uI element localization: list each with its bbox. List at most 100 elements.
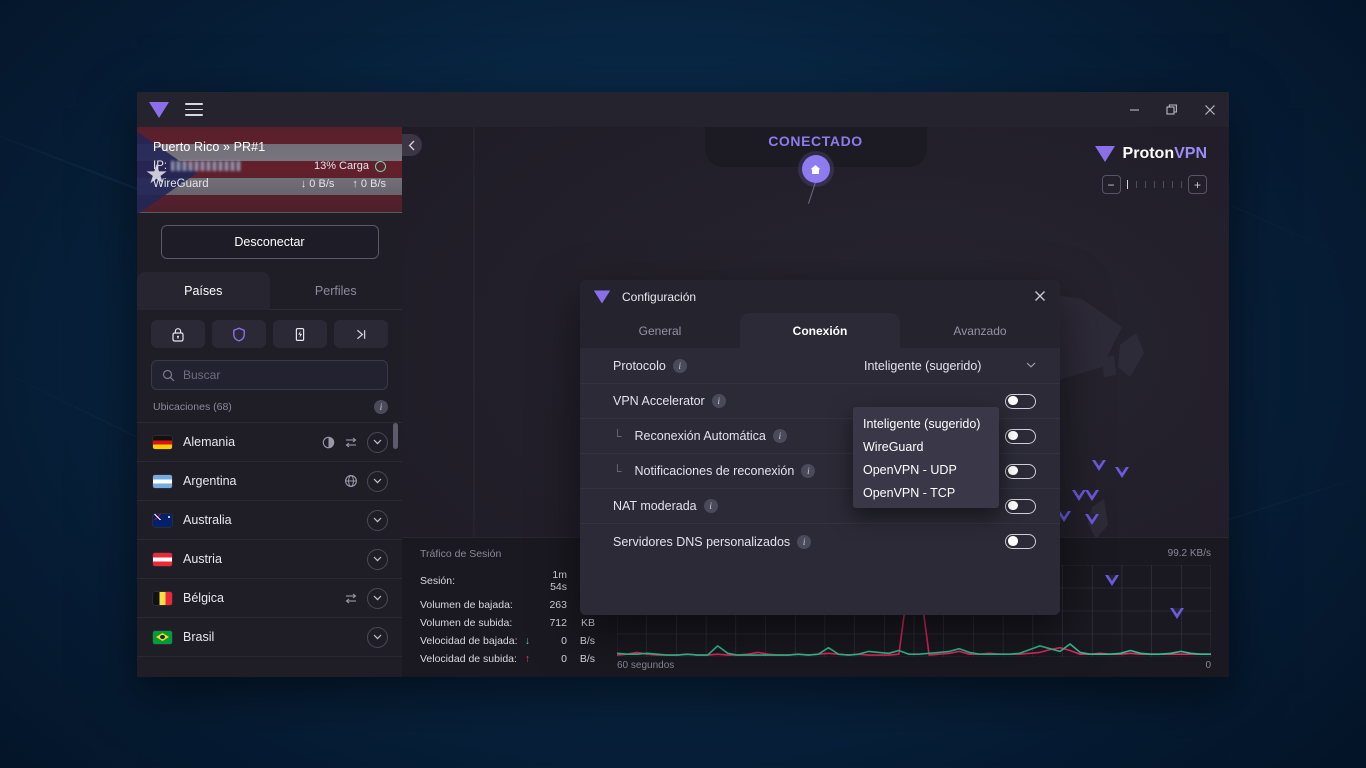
chevron-down-icon [1026, 360, 1036, 371]
lock-icon [172, 327, 184, 342]
info-icon[interactable]: i [801, 464, 816, 478]
feature-buttons-row [137, 310, 402, 352]
maximize-restore-button[interactable] [1153, 92, 1191, 127]
map-server-marker[interactable] [1115, 467, 1129, 478]
country-name: Bélgica [183, 591, 224, 605]
sub-item-hook-icon: └ [613, 464, 622, 478]
country-row-belgica[interactable]: Bélgica [137, 579, 402, 618]
expand-chevron-icon[interactable] [367, 626, 388, 648]
setting-label: Servidores DNS personalizados [613, 534, 791, 549]
auto-reconnect-toggle[interactable] [1005, 428, 1036, 444]
map-server-marker[interactable] [1105, 575, 1119, 586]
zoom-tick [1171, 181, 1173, 188]
moderate-nat-toggle[interactable] [1005, 498, 1036, 514]
tab-conexion[interactable]: Conexión [740, 313, 900, 348]
killswitch-icon [295, 327, 305, 341]
expand-chevron-icon[interactable] [367, 548, 388, 570]
map-zoom-control: − + [1101, 175, 1207, 194]
ip-value-redacted [171, 161, 242, 171]
vpn-accelerator-toggle[interactable] [1005, 393, 1036, 409]
info-icon[interactable]: i [703, 499, 718, 513]
setting-row-dns-personalizados: Servidores DNS personalizados i [580, 524, 1060, 559]
dropdown-option-inteligente[interactable]: Inteligente (sugerido) [853, 412, 999, 435]
secure-core-button[interactable] [151, 320, 205, 348]
port-forward-icon [356, 329, 366, 339]
country-row-argentina[interactable]: Argentina [137, 462, 402, 501]
dropdown-option-openvpn-udp[interactable]: OpenVPN - UDP [853, 458, 999, 481]
upload-arrow-icon: ↑ [524, 653, 530, 665]
map-server-marker[interactable] [1085, 490, 1099, 501]
disconnect-button[interactable]: Desconectar [160, 225, 379, 259]
flag-au [153, 513, 172, 527]
country-list-scrollbar[interactable] [393, 423, 398, 449]
info-icon[interactable]: i [672, 358, 687, 373]
zoom-in-button[interactable]: + [1188, 175, 1207, 194]
expand-chevron-icon[interactable] [367, 470, 388, 492]
zoom-slider-track[interactable] [1126, 180, 1182, 189]
netshield-button[interactable] [212, 320, 266, 348]
country-row-austria[interactable]: Austria [137, 540, 402, 579]
protocol-dropdown-menu[interactable]: Inteligente (sugerido) WireGuard OpenVPN… [853, 407, 999, 508]
tab-avanzado[interactable]: Avanzado [900, 313, 1060, 348]
reconnect-notifications-toggle[interactable] [1005, 463, 1036, 479]
zoom-tick [1135, 181, 1137, 188]
info-icon[interactable]: i [772, 429, 787, 443]
protocol-selected-value: Inteligente (sugerido) [864, 358, 982, 373]
tab-general[interactable]: General [580, 313, 740, 348]
country-row-brasil[interactable]: Brasil [137, 618, 402, 657]
map-server-marker[interactable] [1170, 608, 1184, 619]
country-row-australia[interactable]: Australia [137, 501, 402, 540]
speed-chart-xaxis-left: 60 segundos [617, 660, 675, 671]
info-icon[interactable]: i [797, 534, 812, 549]
map-server-marker[interactable] [1085, 514, 1099, 525]
search-input[interactable] [183, 368, 377, 382]
zoom-tick [1162, 181, 1164, 188]
flag-be [153, 591, 172, 605]
country-name: Brasil [183, 630, 215, 644]
locations-count-label: Ubicaciones (68) [153, 401, 232, 413]
dropdown-option-wireguard[interactable]: WireGuard [853, 435, 999, 458]
flag-de [153, 435, 172, 449]
setting-label: Reconexión Automática [634, 429, 766, 443]
country-row-alemania[interactable]: Alemania [137, 423, 402, 462]
stat-label: Sesión: [420, 575, 456, 587]
home-marker-pin[interactable] [801, 155, 830, 183]
stat-label: Velocidad de bajada: [420, 635, 518, 647]
close-button[interactable] [1191, 92, 1229, 127]
search-box[interactable] [151, 360, 388, 390]
protonvpn-app-window: ★ Puerto Rico » PR#1 IP: 13% Carga WireG… [137, 92, 1229, 677]
minimize-button[interactable] [1115, 92, 1153, 127]
map-server-marker[interactable] [1072, 490, 1086, 501]
stat-value: 1m 54s [550, 569, 567, 593]
tab-perfiles[interactable]: Perfiles [270, 272, 403, 309]
dropdown-option-openvpn-tcp[interactable]: OpenVPN - TCP [853, 481, 999, 504]
zoom-out-button[interactable]: − [1101, 175, 1121, 194]
settings-tabs: General Conexión Avanzado [580, 313, 1060, 348]
stat-unit: KB [580, 617, 595, 629]
download-speed: ↓ 0 B/s [300, 178, 335, 190]
tab-paises[interactable]: Países [137, 272, 270, 310]
hamburger-menu-icon[interactable] [185, 103, 203, 116]
upload-speed: ↑ 0 B/s [352, 178, 386, 190]
home-icon [810, 164, 821, 174]
map-server-marker[interactable] [1092, 460, 1106, 471]
killswitch-button[interactable] [273, 320, 327, 348]
close-icon[interactable] [1030, 289, 1050, 305]
expand-chevron-icon[interactable] [367, 509, 388, 531]
setting-label: Protocolo [613, 358, 666, 373]
stat-label: Velocidad de subida: [420, 653, 517, 665]
expand-chevron-icon[interactable] [367, 431, 388, 453]
expand-chevron-icon[interactable] [367, 587, 388, 609]
port-forwarding-button[interactable] [334, 320, 388, 348]
stat-value: 0 [561, 653, 567, 665]
locations-info-icon[interactable]: i [374, 400, 388, 414]
search-icon [162, 369, 175, 381]
download-arrow-icon: ↓ [524, 635, 530, 647]
protonvpn-logo-icon [593, 289, 611, 304]
custom-dns-toggle[interactable] [1005, 534, 1036, 549]
country-name: Argentina [183, 474, 237, 488]
protocol-select[interactable]: Inteligente (sugerido) [864, 359, 1036, 373]
stat-unit: B/s [579, 653, 595, 665]
info-icon[interactable]: i [711, 394, 726, 408]
stat-value: 712 [549, 617, 567, 629]
